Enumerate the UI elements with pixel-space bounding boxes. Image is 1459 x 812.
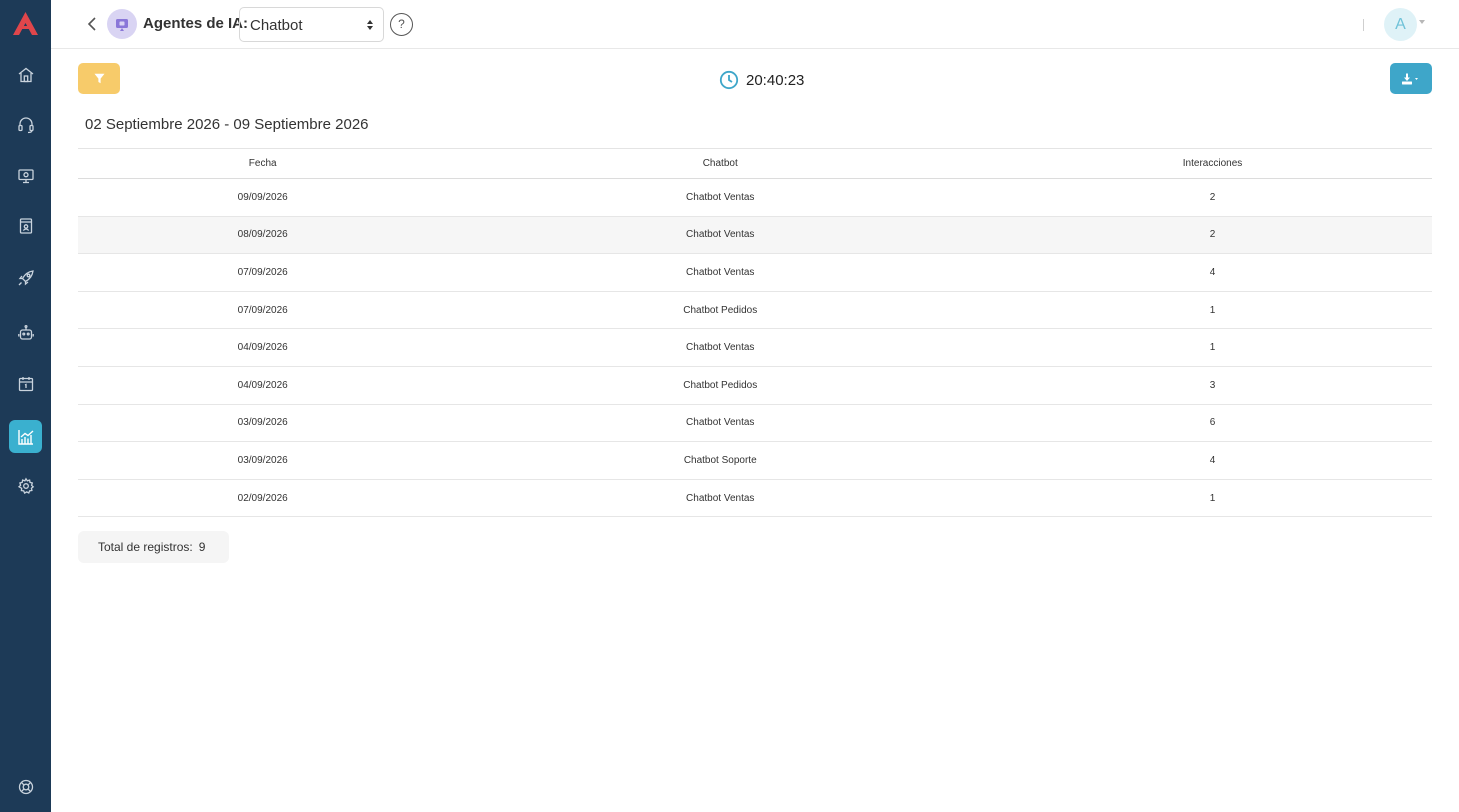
user-avatar[interactable]: A: [1384, 8, 1417, 41]
headset-icon: [17, 116, 34, 133]
cell-fecha: 09/09/2026: [78, 178, 448, 217]
sidebar-item-home[interactable]: [9, 58, 42, 91]
contacts-book-icon: [19, 217, 32, 234]
interactions-table: Fecha Chatbot Interacciones 09/09/2026 Ch…: [78, 148, 1432, 518]
cell-chatbot: Chatbot Pedidos: [447, 366, 994, 405]
sidebar-item-calendar[interactable]: [9, 367, 42, 400]
cell-fecha: 07/09/2026: [78, 291, 448, 330]
column-header-chatbot[interactable]: Chatbot: [447, 148, 994, 179]
sidebar-item-bots[interactable]: [9, 316, 42, 349]
cell-interacciones: 1: [993, 479, 1432, 518]
analytics-chart-icon: [17, 429, 33, 445]
cell-interacciones: 3: [993, 366, 1432, 405]
cell-chatbot: Chatbot Ventas: [447, 216, 994, 255]
monitor-icon: [17, 168, 34, 183]
total-records-badge: Total de registros: 9: [78, 531, 229, 563]
robot-icon: [17, 324, 34, 340]
cell-chatbot: Chatbot Ventas: [447, 253, 994, 292]
column-header-fecha[interactable]: Fecha: [78, 148, 448, 179]
cell-interacciones: 1: [993, 328, 1432, 367]
header-divider: [1363, 19, 1364, 31]
cell-chatbot: Chatbot Ventas: [447, 178, 994, 217]
column-header-interacciones[interactable]: Interacciones: [993, 148, 1432, 179]
cell-interacciones: 6: [993, 404, 1432, 443]
cell-fecha: 02/09/2026: [78, 479, 448, 518]
cell-chatbot: Chatbot Soporte: [447, 441, 994, 480]
calendar-icon: [18, 376, 33, 391]
cell-fecha: 04/09/2026: [78, 366, 448, 405]
table-row: 02/09/2026 Chatbot Ventas 1: [78, 479, 1432, 518]
sidebar-item-campaigns[interactable]: [9, 261, 42, 294]
sidebar-item-help-center[interactable]: [9, 770, 42, 803]
ai-agent-icon: [107, 9, 137, 39]
sidebar-item-analytics[interactable]: [9, 420, 42, 453]
cell-fecha: 08/09/2026: [78, 216, 448, 255]
cell-interacciones: 4: [993, 253, 1432, 292]
table-row: 07/09/2026 Chatbot Pedidos 1: [78, 291, 1432, 330]
rocket-icon: [18, 269, 34, 285]
table-row: 04/09/2026 Chatbot Ventas 1: [78, 328, 1432, 367]
app-logo[interactable]: [12, 10, 39, 37]
filter-button[interactable]: [78, 63, 120, 94]
agent-badge-icon: [116, 19, 128, 31]
date-range-title: 02 Septiembre 2026 - 09 Septiembre 2026: [85, 116, 369, 133]
table-row: 08/09/2026 Chatbot Ventas 2: [78, 216, 1432, 255]
download-icon: [1402, 73, 1418, 84]
cell-chatbot: Chatbot Ventas: [447, 328, 994, 367]
cell-interacciones: 1: [993, 291, 1432, 330]
lifebuoy-icon: [18, 779, 33, 794]
help-button[interactable]: ?: [390, 13, 413, 36]
agent-select[interactable]: Chatbot: [239, 7, 384, 42]
total-records-value: 9: [198, 540, 206, 554]
total-records-label: Total de registros:: [98, 540, 193, 554]
select-arrows-icon: [367, 20, 373, 30]
cell-chatbot: Chatbot Ventas: [447, 479, 994, 518]
cell-fecha: 03/09/2026: [78, 404, 448, 443]
cell-chatbot: Chatbot Pedidos: [447, 291, 994, 330]
filter-icon: [94, 73, 104, 84]
cell-interacciones: 2: [993, 178, 1432, 217]
table-row: 07/09/2026 Chatbot Ventas 4: [78, 253, 1432, 292]
cell-fecha: 07/09/2026: [78, 253, 448, 292]
table-row: 03/09/2026 Chatbot Soporte 4: [78, 441, 1432, 480]
home-icon: [18, 67, 33, 82]
cell-interacciones: 4: [993, 441, 1432, 480]
agent-label: Agentes de IA:: [143, 15, 249, 32]
sidebar: [0, 0, 51, 812]
sidebar-item-monitor[interactable]: [9, 159, 42, 192]
avatar-caret-icon[interactable]: [1419, 20, 1425, 24]
clock-icon: [719, 70, 739, 90]
download-button[interactable]: [1390, 63, 1432, 94]
table-row: 09/09/2026 Chatbot Ventas 2: [78, 178, 1432, 217]
top-bar: Agentes de IA: Chatbot ? A: [51, 0, 1459, 49]
cell-fecha: 03/09/2026: [78, 441, 448, 480]
cell-interacciones: 2: [993, 216, 1432, 255]
agent-select-value: Chatbot: [250, 17, 303, 34]
cell-fecha: 04/09/2026: [78, 328, 448, 367]
table-row: 04/09/2026 Chatbot Pedidos 3: [78, 366, 1432, 405]
sidebar-item-settings[interactable]: [9, 469, 42, 502]
sidebar-item-support[interactable]: [9, 108, 42, 141]
cell-chatbot: Chatbot Ventas: [447, 404, 994, 443]
table-header-row: Fecha Chatbot Interacciones: [78, 148, 1432, 179]
gear-icon: [17, 477, 34, 494]
sidebar-item-contacts[interactable]: [9, 209, 42, 242]
table-row: 03/09/2026 Chatbot Ventas 6: [78, 404, 1432, 443]
current-time: 20:40:23: [746, 72, 805, 89]
back-arrow-icon[interactable]: [85, 15, 99, 33]
